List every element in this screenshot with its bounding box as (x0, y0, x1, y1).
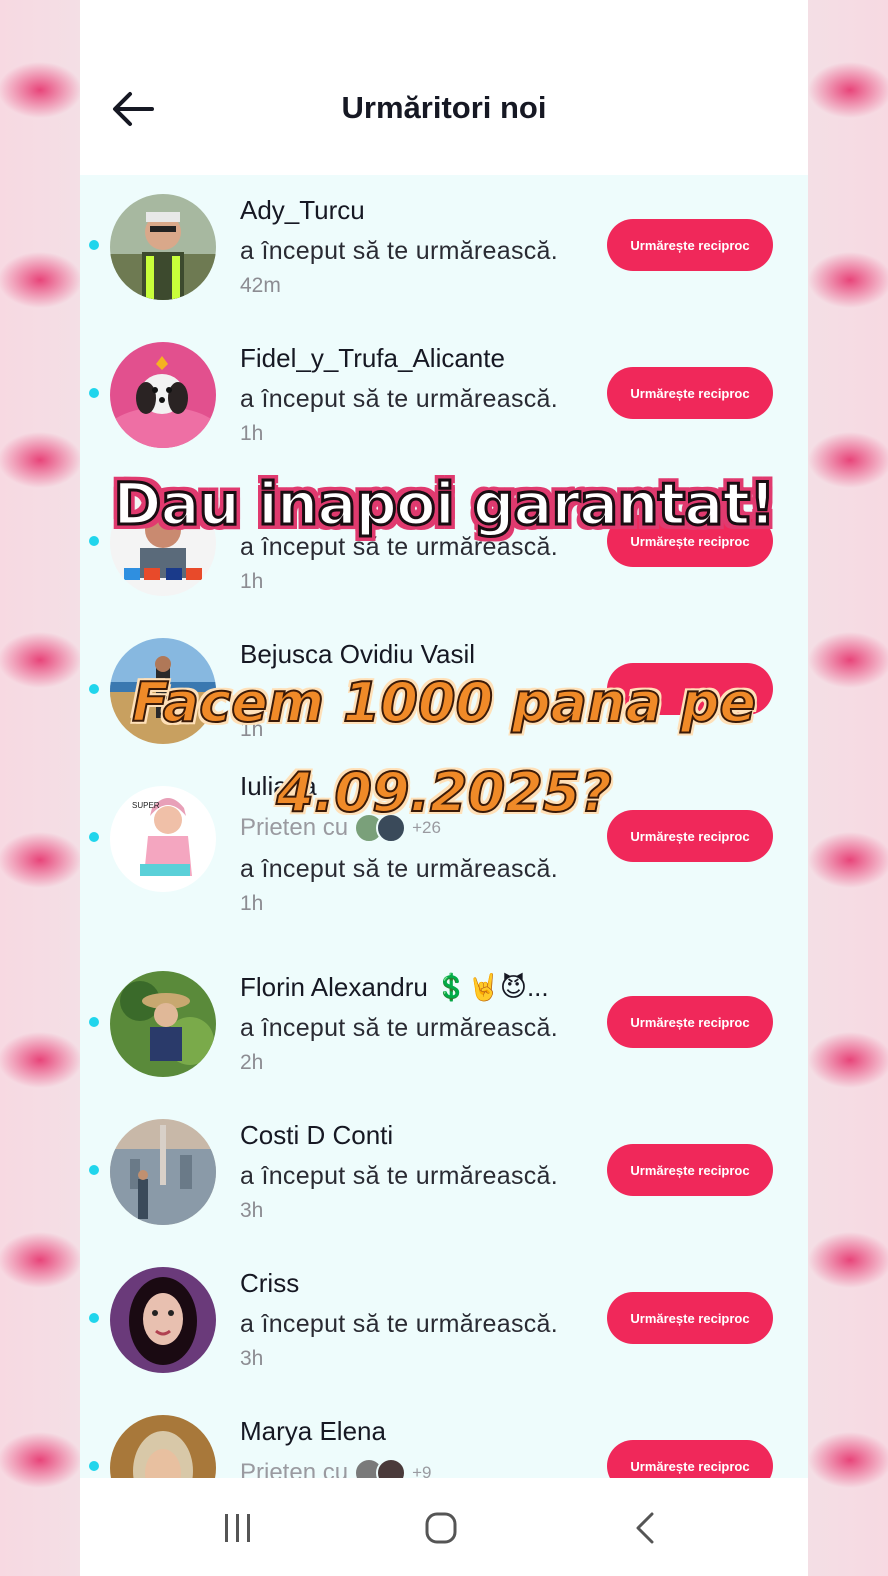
unread-dot (89, 240, 99, 250)
home-icon (425, 1512, 457, 1544)
system-navigation-bar (80, 1478, 808, 1576)
unread-dot (89, 1017, 99, 1027)
follower-action-text: a început să te urmărească. (240, 237, 558, 265)
follower-name[interactable]: Fidel_y_Trufa_Alicante (240, 343, 505, 374)
list-item[interactable]: Criss a început să te urmărească. 3h Urm… (80, 1248, 808, 1396)
follower-action-text: a început să te urmărească. (240, 385, 558, 413)
overlay-caption-line1: Dau inapoi garantat! (112, 469, 777, 540)
follower-name[interactable]: Ady_Turcu (240, 195, 365, 226)
list-item[interactable]: Ady_Turcu a început să te urmărească. 42… (80, 175, 808, 323)
follower-time: 1h (240, 892, 264, 915)
overlay-caption-line3: 4.09.2025? (275, 760, 612, 825)
follow-back-button[interactable]: Urmărește reciproc (607, 1292, 773, 1344)
follower-action-text: a început să te urmărească. (240, 1014, 558, 1042)
avatar[interactable] (110, 1267, 216, 1373)
follow-back-button[interactable]: Urmărește reciproc (607, 367, 773, 419)
nav-back-icon (636, 1512, 654, 1544)
follower-time: 3h (240, 1347, 264, 1370)
avatar[interactable] (110, 342, 216, 448)
nav-back-button[interactable] (615, 1506, 675, 1550)
list-item[interactable]: Costi D Conti a început să te urmărească… (80, 1100, 808, 1248)
unread-dot (89, 388, 99, 398)
list-item[interactable]: Florin Alexandru 💲🤘😈... a început să te … (80, 952, 808, 1100)
follower-time: 3h (240, 1199, 264, 1222)
avatar[interactable] (110, 1119, 216, 1225)
follow-back-button[interactable]: Urmărește reciproc (607, 1144, 773, 1196)
follower-time: 1h (240, 570, 264, 593)
follower-action-text: a început să te urmărească. (240, 1310, 558, 1338)
follower-time: 1h (240, 422, 264, 445)
follower-time: 2h (240, 1051, 264, 1074)
unread-dot (89, 1313, 99, 1323)
follower-name[interactable]: Florin Alexandru 💲🤘😈... (240, 972, 549, 1003)
recents-icon (225, 1514, 250, 1542)
avatar[interactable] (110, 971, 216, 1077)
follower-name[interactable]: Criss (240, 1268, 299, 1299)
page-title: Urmăritori noi (341, 90, 547, 125)
unread-dot (89, 1165, 99, 1175)
follower-name[interactable]: Costi D Conti (240, 1120, 393, 1151)
overlay-caption-question: Facem 1000 pana pe 4.09.2025? (80, 658, 808, 838)
follower-name[interactable]: Marya Elena (240, 1416, 386, 1447)
follow-back-button[interactable]: Urmărește reciproc (607, 219, 773, 271)
recents-button[interactable] (208, 1506, 268, 1550)
follower-time: 42m (240, 274, 281, 297)
top-bar: Urmăritori noi (80, 0, 808, 175)
follow-back-button[interactable]: Urmărește reciproc (607, 996, 773, 1048)
overlay-caption-line2: Facem 1000 pana pe (131, 670, 757, 735)
home-button[interactable] (411, 1506, 471, 1550)
follower-action-text: a început să te urmărească. (240, 1162, 558, 1190)
follower-action-text: a început să te urmărească. (240, 855, 558, 883)
list-item[interactable]: Fidel_y_Trufa_Alicante a început să te u… (80, 323, 808, 471)
avatar[interactable] (110, 194, 216, 300)
unread-dot (89, 1461, 99, 1471)
